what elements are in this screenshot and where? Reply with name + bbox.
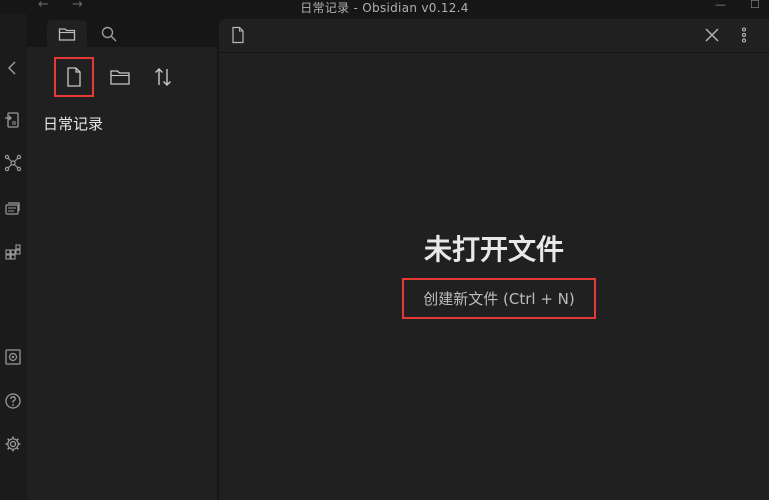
file-icon: [67, 67, 81, 87]
ribbon: [0, 14, 27, 500]
close-icon[interactable]: [702, 25, 722, 45]
minimize-button[interactable]: —: [715, 0, 726, 11]
maximize-button[interactable]: ☐: [750, 0, 760, 11]
folder-icon: [58, 27, 76, 41]
vault-name[interactable]: 日常记录: [43, 113, 103, 134]
tab-file-explorer[interactable]: [47, 20, 87, 47]
new-folder-button[interactable]: [100, 57, 140, 97]
collapse-icon[interactable]: [3, 58, 23, 78]
create-new-file-link[interactable]: 创建新文件 (Ctrl + N): [402, 278, 596, 319]
new-note-button[interactable]: [54, 57, 94, 97]
command-palette-icon[interactable]: [3, 242, 23, 262]
sidebar-tab-strip: [27, 14, 219, 47]
graph-icon[interactable]: [3, 153, 23, 173]
file-explorer-pane: 日常记录: [27, 47, 217, 500]
more-icon[interactable]: [734, 25, 754, 45]
help-icon[interactable]: [3, 391, 23, 411]
editor-tab[interactable]: [219, 19, 769, 53]
sort-icon: [155, 68, 171, 86]
folder-icon: [110, 70, 130, 85]
settings-icon[interactable]: [3, 434, 23, 454]
templates-icon[interactable]: [3, 198, 23, 218]
quick-switcher-icon[interactable]: [3, 110, 23, 130]
tab-search[interactable]: [89, 20, 129, 47]
title-bar: ← → 日常记录 - Obsidian v0.12.4 — ☐: [0, 0, 769, 15]
sort-button[interactable]: [143, 57, 183, 97]
empty-state-title: 未打开文件: [423, 233, 564, 266]
vault-icon[interactable]: [3, 347, 23, 367]
file-icon: [228, 25, 248, 45]
search-icon: [101, 26, 117, 42]
